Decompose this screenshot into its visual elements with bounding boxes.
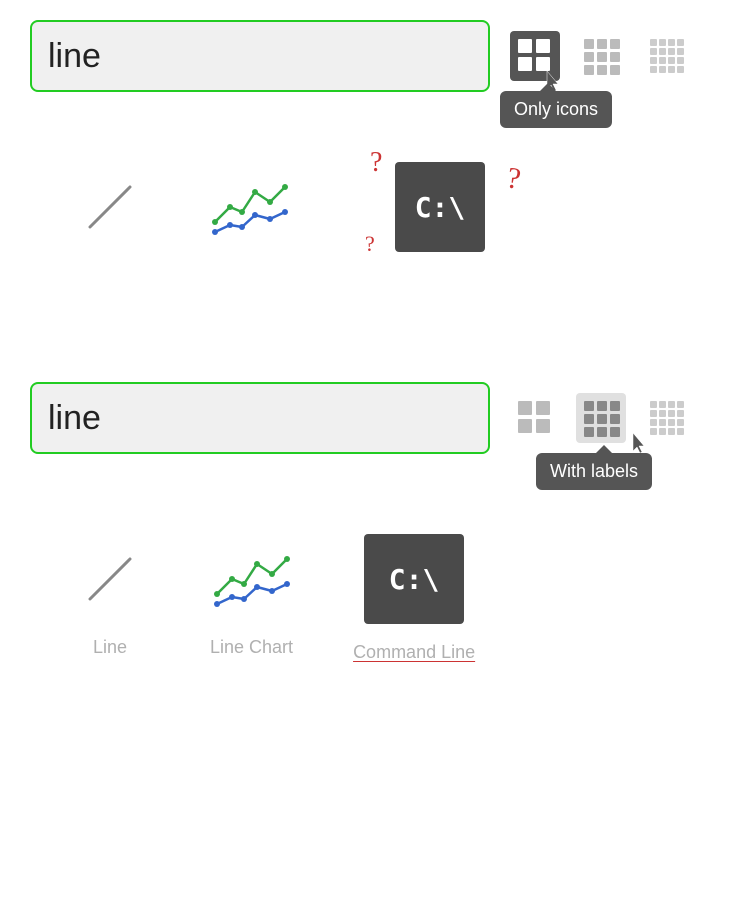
line-chart-icon-1 <box>210 167 290 247</box>
view-toggle-medium-1[interactable] <box>576 31 626 81</box>
section-1: line Only icons <box>0 0 747 302</box>
view-toggle-medium-2[interactable] <box>576 393 626 443</box>
cmd-icon-item-1: ? ? ? C:\ <box>350 152 530 262</box>
only-icons-tooltip: Only icons <box>500 91 612 128</box>
grid-large-icon-2 <box>646 397 688 439</box>
cmd-icon-item-2: C:\ Command Line <box>353 534 475 663</box>
grid-large-icon-1 <box>646 35 688 77</box>
line-icon-item-2: Line <box>70 539 150 658</box>
question-mark-bottom-1: ? <box>365 231 375 257</box>
view-toggle-large-1[interactable] <box>642 31 692 81</box>
grid-medium-icon-1 <box>580 35 622 77</box>
cmd-wrapper-1: ? ? ? C:\ <box>350 152 530 262</box>
section-2: line <box>0 362 747 703</box>
line-icon-item-1 <box>70 167 150 247</box>
line-chart-icon-item-2: Line Chart <box>210 539 293 658</box>
line-icon-1 <box>70 167 150 247</box>
grid-small-icon-2 <box>514 397 556 439</box>
question-mark-top-1: ? <box>370 147 382 179</box>
line-label: Line <box>93 637 127 658</box>
search-input-2[interactable]: line <box>48 399 491 438</box>
cursor-icon-2 <box>628 431 652 455</box>
search-row-1: line Only icons <box>30 20 717 92</box>
cmd-icon-2: C:\ <box>364 534 464 624</box>
question-mark-right-1: ? <box>504 161 523 197</box>
grid-medium-icon-2 <box>580 397 622 439</box>
with-labels-tooltip: With labels <box>536 453 652 490</box>
view-toggles-1: Only icons <box>510 31 692 81</box>
search-row-2: line <box>30 382 717 454</box>
icon-grid-2: Line Line Chart <box>30 474 717 683</box>
view-toggles-2: With labels <box>510 393 692 443</box>
line-chart-icon-item-1 <box>210 167 290 247</box>
line-chart-icon-2 <box>212 539 292 619</box>
search-box-2[interactable]: line <box>30 382 490 454</box>
search-input-1[interactable]: line <box>48 37 491 76</box>
cmd-label-1: C:\ <box>415 191 466 224</box>
cmd-icon-1: C:\ <box>395 162 485 252</box>
search-box-1[interactable]: line <box>30 20 490 92</box>
section-divider <box>0 302 747 362</box>
line-chart-label: Line Chart <box>210 637 293 658</box>
icon-grid-1: ? ? ? C:\ <box>30 112 717 282</box>
view-toggle-small-2[interactable] <box>510 393 560 443</box>
cmd-label-2: C:\ <box>389 563 440 596</box>
command-line-label: Command Line <box>353 642 475 663</box>
line-icon-2 <box>70 539 150 619</box>
